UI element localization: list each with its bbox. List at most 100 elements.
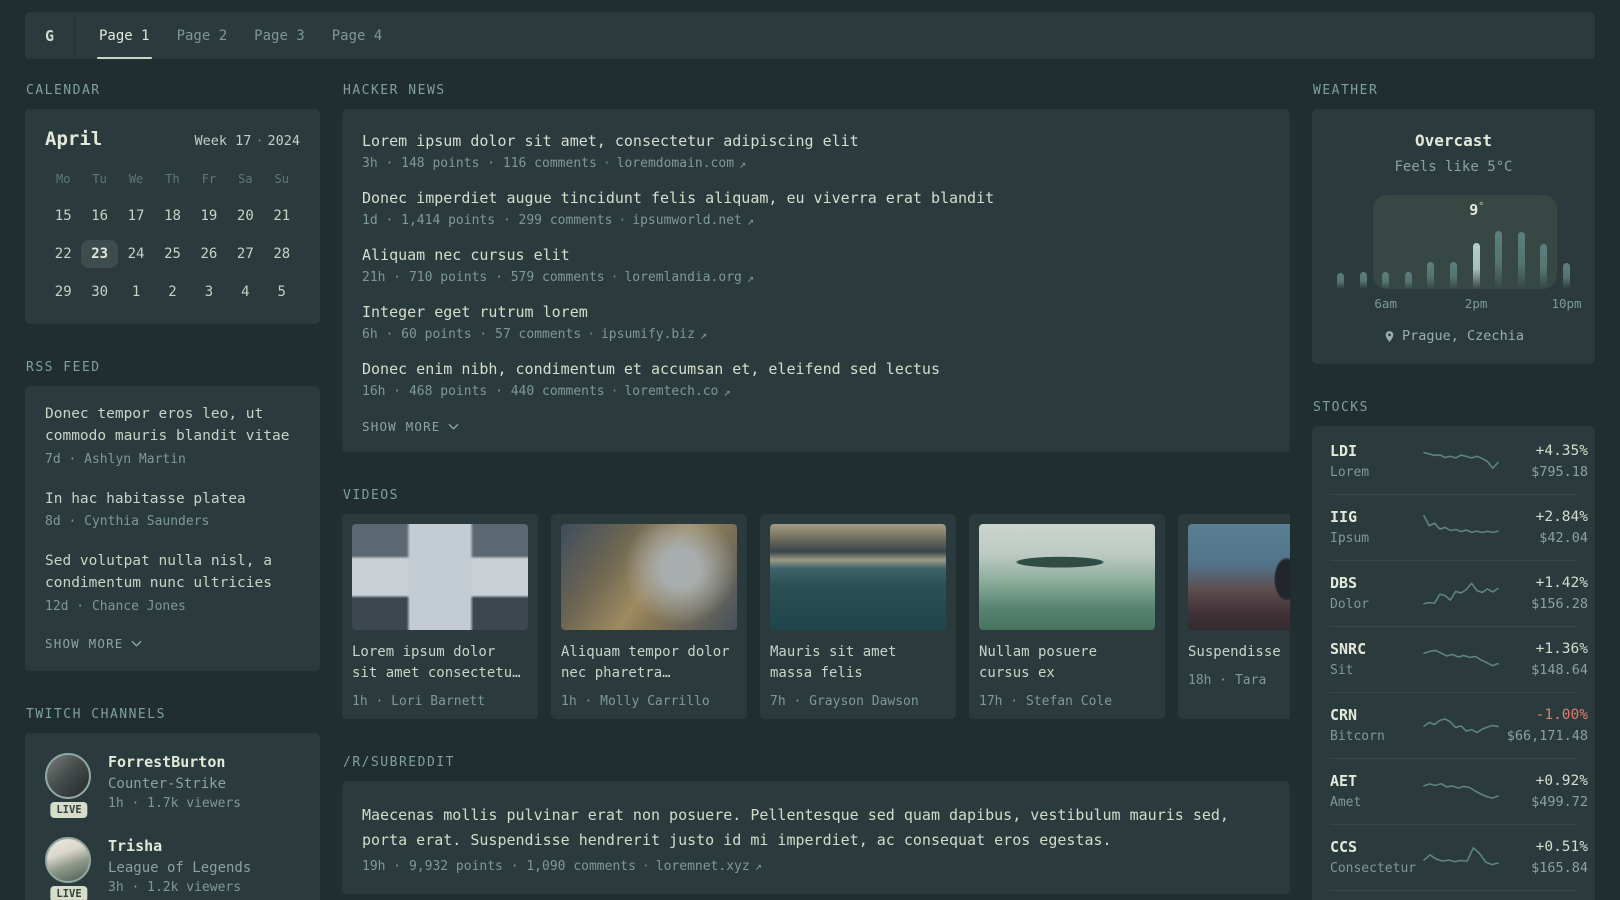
weather-time-label: 6am xyxy=(1374,296,1397,311)
hackernews-item-domain-link[interactable]: loremtech.co xyxy=(624,384,718,399)
hackernews-item-title[interactable]: Aliquam nec cursus elit xyxy=(362,246,1270,264)
weather-time-label: 2pm xyxy=(1464,296,1488,311)
rss-show-more-button[interactable]: SHOW MORE xyxy=(45,636,300,651)
weather-widget: Overcast Feels like 5°C 9° 6am 2pm 10pm Pr… xyxy=(1312,109,1595,364)
hackernews-item-domain-link[interactable]: loremlandia.org xyxy=(624,270,741,285)
hackernews-show-more-button[interactable]: SHOW MORE xyxy=(362,419,1270,434)
hackernews-item-meta: 6h · 60 points · 57 comments xyxy=(362,327,582,342)
weather-bar xyxy=(1472,243,1480,289)
twitch-channel-name[interactable]: Trisha xyxy=(108,837,251,855)
video-thumbnail[interactable] xyxy=(561,524,737,630)
video-title[interactable]: Aliquam tempor dolor nec pharetra… xyxy=(561,642,737,684)
stock-symbol[interactable]: IIG xyxy=(1330,508,1422,526)
hackernews-item-meta: 3h · 148 points · 116 comments xyxy=(362,156,597,171)
hackernews-item-title[interactable]: Donec enim nibh, condimentum et accumsan… xyxy=(362,360,1270,378)
video-meta: 7h · Grayson Dawson xyxy=(770,694,919,709)
calendar-weekday: Th xyxy=(165,172,180,186)
calendar-weekday: Mo xyxy=(55,172,71,186)
calendar-day: 20 xyxy=(236,208,254,224)
separator-dot: · xyxy=(587,327,595,342)
app-logo[interactable]: G xyxy=(25,12,75,59)
rss-item: Sed volutpat nulla nisl, a condimentum n… xyxy=(45,551,300,614)
calendar-day: 26 xyxy=(200,246,218,262)
stock-symbol[interactable]: CCS xyxy=(1330,838,1422,856)
stock-symbol[interactable]: CRN xyxy=(1330,706,1422,724)
twitch-channel-meta: 3h · 1.2k viewers xyxy=(108,879,242,895)
stock-symbol[interactable]: DBS xyxy=(1330,574,1422,592)
hackernews-item: Donec enim nibh, condimentum et accumsan… xyxy=(362,342,1270,399)
video-title[interactable]: Lorem ipsum dolor sit amet consectetu… xyxy=(352,642,528,684)
hackernews-section-title: HACKER NEWS xyxy=(343,83,446,98)
hackernews-item-title[interactable]: Lorem ipsum dolor sit amet, consectetur … xyxy=(362,132,1270,150)
video-thumbnail[interactable] xyxy=(979,524,1155,630)
page-tab[interactable]: Page 1 xyxy=(97,12,152,59)
twitch-channel-name[interactable]: ForrestBurton xyxy=(108,753,241,771)
stock-row: LDI Lorem +4.35% $795.18 xyxy=(1330,429,1588,494)
stock-sparkline xyxy=(1423,718,1499,734)
left-column: CALENDAR April Week 17 · 2024 Mo Tu We T… xyxy=(25,83,320,900)
stock-symbol[interactable]: LDI xyxy=(1330,442,1422,460)
video-title[interactable]: Nullam posuere cursus ex xyxy=(979,642,1155,684)
hackernews-item-domain-link[interactable]: loremdomain.com xyxy=(617,156,734,171)
rss-item-title[interactable]: Sed volutpat nulla nisl, a condimentum n… xyxy=(45,551,300,595)
hackernews-item-title[interactable]: Integer eget rutrum lorem xyxy=(362,303,1270,321)
hackernews-section: HACKER NEWS Lorem ipsum dolor sit amet, … xyxy=(342,83,1290,452)
stocks-section: STOCKS LDI Lorem +4.35% $795.18 IIG Ipsu… xyxy=(1312,400,1595,900)
rss-item-title[interactable]: In hac habitasse platea xyxy=(45,489,300,511)
hackernews-widget: Lorem ipsum dolor sit amet, consectetur … xyxy=(342,109,1290,452)
calendar-section-title: CALENDAR xyxy=(26,83,101,98)
video-title[interactable]: Suspendisse diam xyxy=(1188,642,1290,663)
twitch-channel-game: Counter-Strike xyxy=(108,775,227,792)
stock-price: $165.84 xyxy=(1531,859,1588,876)
twitch-channel-row[interactable]: LIVE ForrestBurton Counter-Strike 1h · 1… xyxy=(45,752,300,818)
weather-location-label: Prague, Czechia xyxy=(1402,328,1524,344)
hackernews-item-domain-link[interactable]: ipsumify.biz xyxy=(601,327,695,342)
external-link-icon: ↗ xyxy=(754,859,762,873)
subreddit-widget: Maecenas mollis pulvinar erat non posuer… xyxy=(342,781,1290,894)
weather-section: WEATHER Overcast Feels like 5°C 9° 6am 2p… xyxy=(1312,83,1595,364)
video-thumbnail[interactable] xyxy=(1188,524,1290,630)
chevron-down-icon xyxy=(130,640,142,647)
page-tab[interactable]: Page 2 xyxy=(175,12,230,59)
calendar-widget: April Week 17 · 2024 Mo Tu We Th Fr Sa S… xyxy=(25,109,320,324)
video-card[interactable]: Suspendisse diam 18h · Tara xyxy=(1178,514,1290,719)
stock-symbol[interactable]: SNRC xyxy=(1330,640,1422,658)
rss-item-title[interactable]: Donec tempor eros leo, ut commodo mauris… xyxy=(45,404,300,448)
video-card[interactable]: Mauris sit amet massa felis 7h · Grayson… xyxy=(760,514,956,719)
dashboard-page: G Page 1 Page 2 Page 3 Page 4 CALENDAR A… xyxy=(0,0,1620,900)
video-thumbnail[interactable] xyxy=(770,524,946,630)
calendar-day: 3 xyxy=(204,284,214,300)
page-tabs: Page 1 Page 2 Page 3 Page 4 xyxy=(97,12,384,59)
calendar-week-year: Week 17 · 2024 xyxy=(194,133,300,149)
rss-section-title: RSS FEED xyxy=(26,360,101,375)
stock-row: AET Amet +0.92% $499.72 xyxy=(1330,758,1588,824)
calendar-weekday: We xyxy=(128,172,144,186)
weather-bar xyxy=(1540,244,1548,289)
subreddit-post-domain-link[interactable]: loremnet.xyz xyxy=(656,859,750,874)
page-tab[interactable]: Page 3 xyxy=(252,12,307,59)
stock-price: $42.04 xyxy=(1539,529,1588,546)
page-tab[interactable]: Page 4 xyxy=(330,12,385,59)
calendar-day: 2 xyxy=(168,284,177,300)
stock-symbol[interactable]: AET xyxy=(1330,772,1422,790)
stock-change-percent: +2.84% xyxy=(1535,508,1588,525)
video-card[interactable]: Aliquam tempor dolor nec pharetra… 1h · … xyxy=(551,514,747,719)
video-thumbnail[interactable] xyxy=(352,524,528,630)
stock-name: Amet xyxy=(1330,795,1362,810)
weather-bar xyxy=(1562,263,1570,289)
hackernews-item-domain-link[interactable]: ipsumworld.net xyxy=(632,213,742,228)
subreddit-post-title[interactable]: Maecenas mollis pulvinar erat non posuer… xyxy=(362,803,1270,853)
twitch-channel-row[interactable]: LIVE Trisha League of Legends 3h · 1.2k … xyxy=(45,836,300,900)
center-column: HACKER NEWS Lorem ipsum dolor sit amet, … xyxy=(342,83,1290,900)
hackernews-item-title[interactable]: Donec imperdiet augue tincidunt felis al… xyxy=(362,189,1270,207)
stock-name: Ipsum xyxy=(1330,531,1370,546)
calendar-weekday: Fr xyxy=(201,172,217,186)
video-card[interactable]: Lorem ipsum dolor sit amet consectetu… 1… xyxy=(342,514,538,719)
video-title[interactable]: Mauris sit amet massa felis xyxy=(770,642,946,684)
calendar-year: 2024 xyxy=(267,133,300,149)
videos-row: Lorem ipsum dolor sit amet consectetu… 1… xyxy=(342,514,1290,719)
external-link-icon: ↗ xyxy=(746,270,755,285)
separator-dot: · xyxy=(602,156,611,171)
weather-bar xyxy=(1517,232,1525,289)
video-card[interactable]: Nullam posuere cursus ex 17h · Stefan Co… xyxy=(969,514,1165,719)
